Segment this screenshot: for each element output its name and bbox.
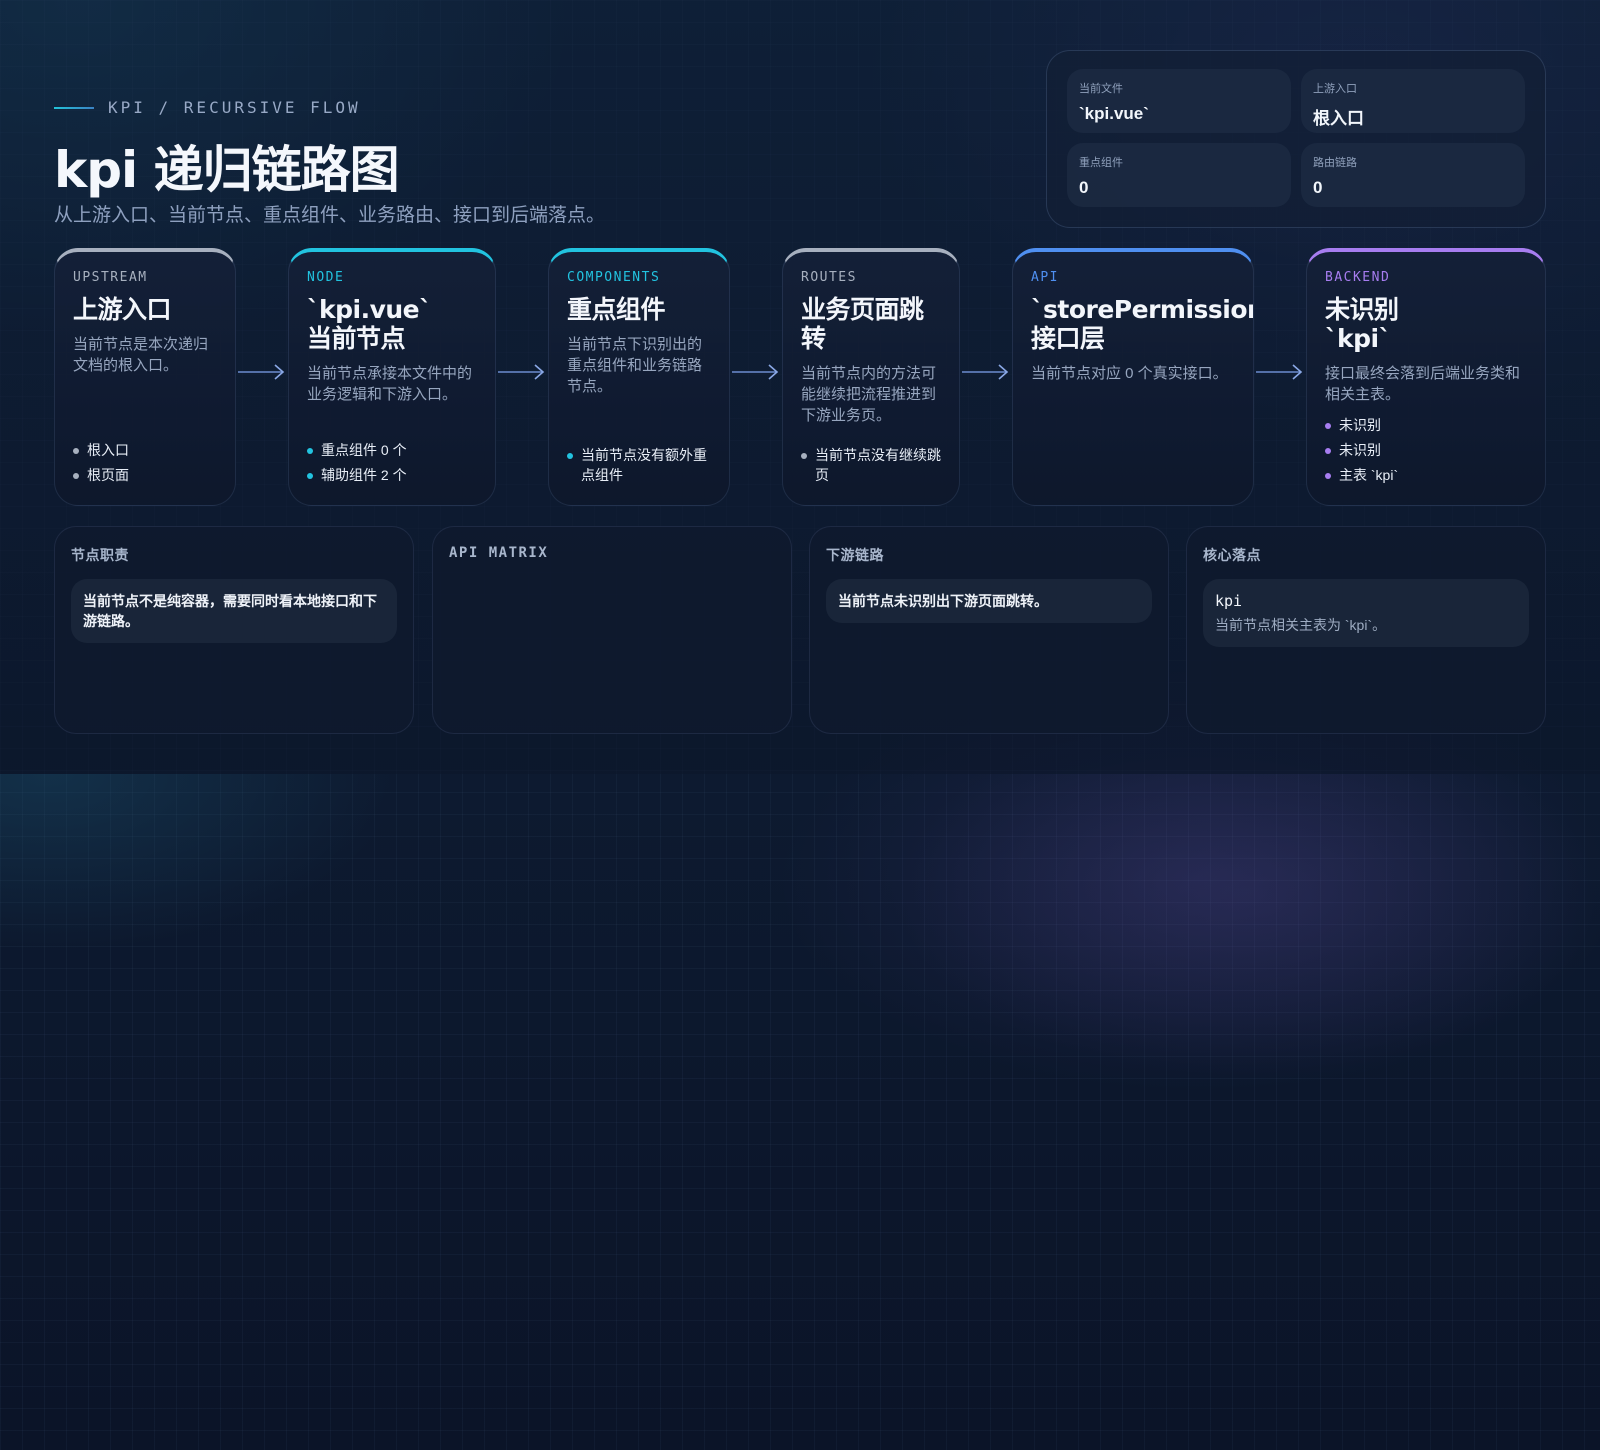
kicker-line <box>54 106 94 109</box>
arrow-right-icon <box>962 364 1009 380</box>
card-title: 上游入口 <box>73 295 172 324</box>
arrow-right-icon <box>238 364 285 380</box>
panel-body: 当前节点未识别出下游页面跳转。 <box>826 579 1152 623</box>
card-tag: COMPONENTS <box>567 270 661 285</box>
flow-card-upstream: UPSTREAM 上游入口 当前节点是本次递归文档的根入口。 根入口 根页面 <box>54 248 236 506</box>
card-desc: 接口最终会落到后端业务类和相关主表。 <box>1325 365 1521 403</box>
stat-label: 上游入口 <box>1313 83 1357 95</box>
card-title: `storePermission.js`接口层 <box>1031 295 1253 353</box>
flow-card-node: NODE `kpi.vue` 当前节点 当前节点承接本文件中的业务逻辑和下游入口。… <box>288 248 496 506</box>
bullet-item: 未识别 <box>1325 440 1531 460</box>
flow-card-backend: BACKEND 未识别 `kpi` 接口最终会落到后端业务类和相关主表。 未识别 … <box>1306 248 1546 506</box>
bullet-item: 根页面 <box>73 465 221 485</box>
panel-body: kpi 当前节点相关主表为 `kpi`。 <box>1203 579 1529 647</box>
stat-value: 根入口 <box>1313 109 1364 128</box>
card-title: 重点组件 <box>567 295 666 324</box>
panel-title: 节点职责 <box>71 547 129 563</box>
flow-card-api: API `storePermission.js`接口层 当前节点对应 0 个真实… <box>1012 248 1254 506</box>
stat-upstream: 上游入口 根入口 <box>1301 69 1525 133</box>
stat-label: 路由链路 <box>1313 157 1357 169</box>
card-tag: API <box>1031 270 1059 285</box>
card-desc: 当前节点对应 0 个真实接口。 <box>1031 365 1228 382</box>
card-title: `kpi.vue` 当前节点 <box>307 295 432 353</box>
card-tag: BACKEND <box>1325 270 1391 285</box>
bullet-item: 辅助组件 2 个 <box>307 465 481 485</box>
card-bullets: 当前节点没有继续跳页 <box>801 440 945 485</box>
bullet-item: 根入口 <box>73 440 221 460</box>
stat-value: 0 <box>1313 178 1323 197</box>
bullet-item: 当前节点没有额外重点组件 <box>567 445 715 485</box>
bullet-item: 未识别 <box>1325 415 1531 435</box>
stat-components: 重点组件 0 <box>1067 143 1291 207</box>
card-desc: 当前节点内的方法可能继续把流程推进到下游业务页。 <box>801 365 937 424</box>
arrow-right-icon <box>1256 364 1303 380</box>
card-bullets: 未识别 未识别 主表 `kpi` <box>1325 410 1531 485</box>
card-tag: ROUTES <box>801 270 857 285</box>
core-desc: 当前节点相关主表为 `kpi`。 <box>1215 617 1387 633</box>
arrow-right-icon <box>732 364 779 380</box>
panel-title: API MATRIX <box>449 545 549 561</box>
card-bullets: 重点组件 0 个 辅助组件 2 个 <box>307 435 481 485</box>
kicker: KPI / RECURSIVE FLOW <box>54 98 361 117</box>
card-desc: 当前节点是本次递归文档的根入口。 <box>73 336 209 374</box>
flow-card-routes: ROUTES 业务页面跳转 当前节点内的方法可能继续把流程推进到下游业务页。 当… <box>782 248 960 506</box>
bullet-item: 当前节点没有继续跳页 <box>801 445 945 485</box>
card-title: 未识别 `kpi` <box>1325 295 1399 353</box>
panel-title: 核心落点 <box>1203 547 1261 563</box>
panel-core: 核心落点 kpi 当前节点相关主表为 `kpi`。 <box>1186 526 1546 734</box>
stat-label: 重点组件 <box>1079 157 1123 169</box>
bullet-item: 主表 `kpi` <box>1325 465 1531 485</box>
card-tag: UPSTREAM <box>73 270 148 285</box>
stats-panel: 当前文件 `kpi.vue` 上游入口 根入口 重点组件 0 路由链路 0 <box>1046 50 1546 228</box>
panel-body: 当前节点不是纯容器，需要同时看本地接口和下游链路。 <box>71 579 397 643</box>
stat-current-file: 当前文件 `kpi.vue` <box>1067 69 1291 133</box>
arrow-right-icon <box>498 364 545 380</box>
flow-card-components: COMPONENTS 重点组件 当前节点下识别出的重点组件和业务链路节点。 当前… <box>548 248 730 506</box>
page-title: kpi 递归链路图 <box>54 141 400 199</box>
panel-title: 下游链路 <box>826 547 884 563</box>
stat-value: `kpi.vue` <box>1079 104 1149 123</box>
panel-api-matrix: API MATRIX <box>432 526 792 734</box>
empty-area <box>0 774 1600 1450</box>
kicker-text: KPI / RECURSIVE FLOW <box>108 98 361 117</box>
card-tag: NODE <box>307 270 345 285</box>
card-title: 业务页面跳转 <box>801 295 924 353</box>
card-bullets: 当前节点没有额外重点组件 <box>567 440 715 485</box>
card-desc: 当前节点承接本文件中的业务逻辑和下游入口。 <box>307 365 473 403</box>
stat-value: 0 <box>1079 178 1089 197</box>
card-desc: 当前节点下识别出的重点组件和业务链路节点。 <box>567 336 703 395</box>
bullet-item: 重点组件 0 个 <box>307 440 481 460</box>
page-subtitle: 从上游入口、当前节点、重点组件、业务路由、接口到后端落点。 <box>54 205 606 226</box>
stat-label: 当前文件 <box>1079 83 1123 95</box>
stat-routes: 路由链路 0 <box>1301 143 1525 207</box>
panel-node-duty: 节点职责 当前节点不是纯容器，需要同时看本地接口和下游链路。 <box>54 526 414 734</box>
panel-downstream: 下游链路 当前节点未识别出下游页面跳转。 <box>809 526 1169 734</box>
core-code: kpi <box>1215 592 1243 610</box>
card-bullets: 根入口 根页面 <box>73 435 221 485</box>
